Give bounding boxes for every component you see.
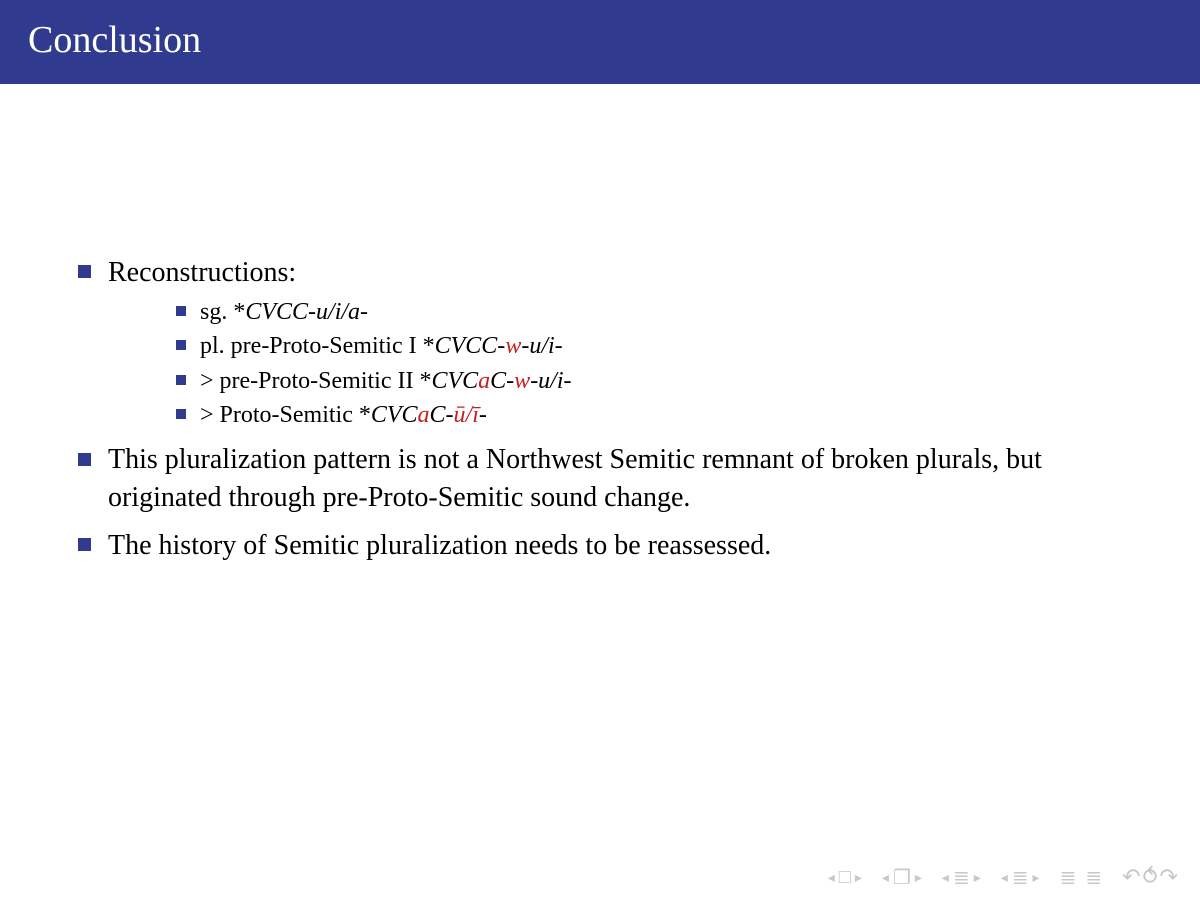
pl2-rb: w — [514, 368, 530, 394]
slide-body: Reconstructions: sg. *CVCC-u/i/a- pl. pr… — [0, 84, 1200, 565]
nav-undo-icon[interactable]: ↶⥀↷ — [1122, 864, 1180, 890]
pl2-prefix: > pre-Proto-Semitic II * — [200, 368, 431, 394]
nav-prev-icon[interactable]: ◂❐▸ — [882, 865, 924, 890]
pl1-prefix: pl. pre-Proto-Semitic I * — [200, 333, 435, 359]
sub-pl3: > Proto-Semitic *CVCaC-ū/ī- — [170, 399, 1130, 431]
bullet-history: The history of Semitic pluralization nee… — [70, 527, 1130, 565]
pl3-ra: a — [418, 402, 430, 428]
nav-forward-icon[interactable]: ◂≣▸ — [1001, 865, 1042, 890]
sub-pl1: pl. pre-Proto-Semitic I *CVCC-w-u/i- — [170, 330, 1130, 362]
pl1-pb: -u/i — [521, 333, 554, 359]
pl2-pa: CVC — [431, 368, 478, 394]
sub-pl2: > pre-Proto-Semitic II *CVCaC-w-u/i- — [170, 365, 1130, 397]
pl1-pa: CVCC- — [435, 333, 506, 359]
sg-suffix: - — [360, 299, 368, 325]
pl2-ra: a — [478, 368, 490, 394]
bullet-reconstructions: Reconstructions: sg. *CVCC-u/i/a- pl. pr… — [70, 254, 1130, 431]
inner-list: sg. *CVCC-u/i/a- pl. pre-Proto-Semitic I… — [170, 296, 1130, 432]
nav-bar: ◂□▸ ◂❐▸ ◂≣▸ ◂≣▸ ≣≣ ↶⥀↷ — [828, 864, 1180, 890]
reconstructions-label: Reconstructions: — [108, 257, 296, 288]
pl2-suffix: - — [564, 368, 572, 394]
nav-back-icon[interactable]: ◂≣▸ — [942, 865, 983, 890]
slide-title: Conclusion — [0, 0, 1200, 84]
sub-sg: sg. *CVCC-u/i/a- — [170, 296, 1130, 328]
outer-list: Reconstructions: sg. *CVCC-u/i/a- pl. pr… — [70, 254, 1130, 565]
sg-pattern: CVCC-u/i/a — [245, 299, 360, 325]
sg-prefix: sg. * — [200, 299, 245, 325]
pl3-prefix: > Proto-Semitic * — [200, 402, 371, 428]
bullet-pattern: This pluralization pattern is not a Nort… — [70, 441, 1130, 517]
nav-last-icon[interactable]: ≣≣ — [1060, 865, 1105, 890]
pl1-red: w — [505, 333, 521, 359]
nav-first-icon[interactable]: ◂□▸ — [828, 866, 864, 889]
pl3-pa: CVC — [371, 402, 418, 428]
pl2-pc: -u/i — [530, 368, 563, 394]
pl1-suffix: - — [555, 333, 563, 359]
pl2-pb: C- — [490, 368, 514, 394]
pl3-pb: C- — [430, 402, 454, 428]
pl3-rb: ū/ī — [454, 402, 479, 428]
pl3-suffix: - — [479, 402, 487, 428]
